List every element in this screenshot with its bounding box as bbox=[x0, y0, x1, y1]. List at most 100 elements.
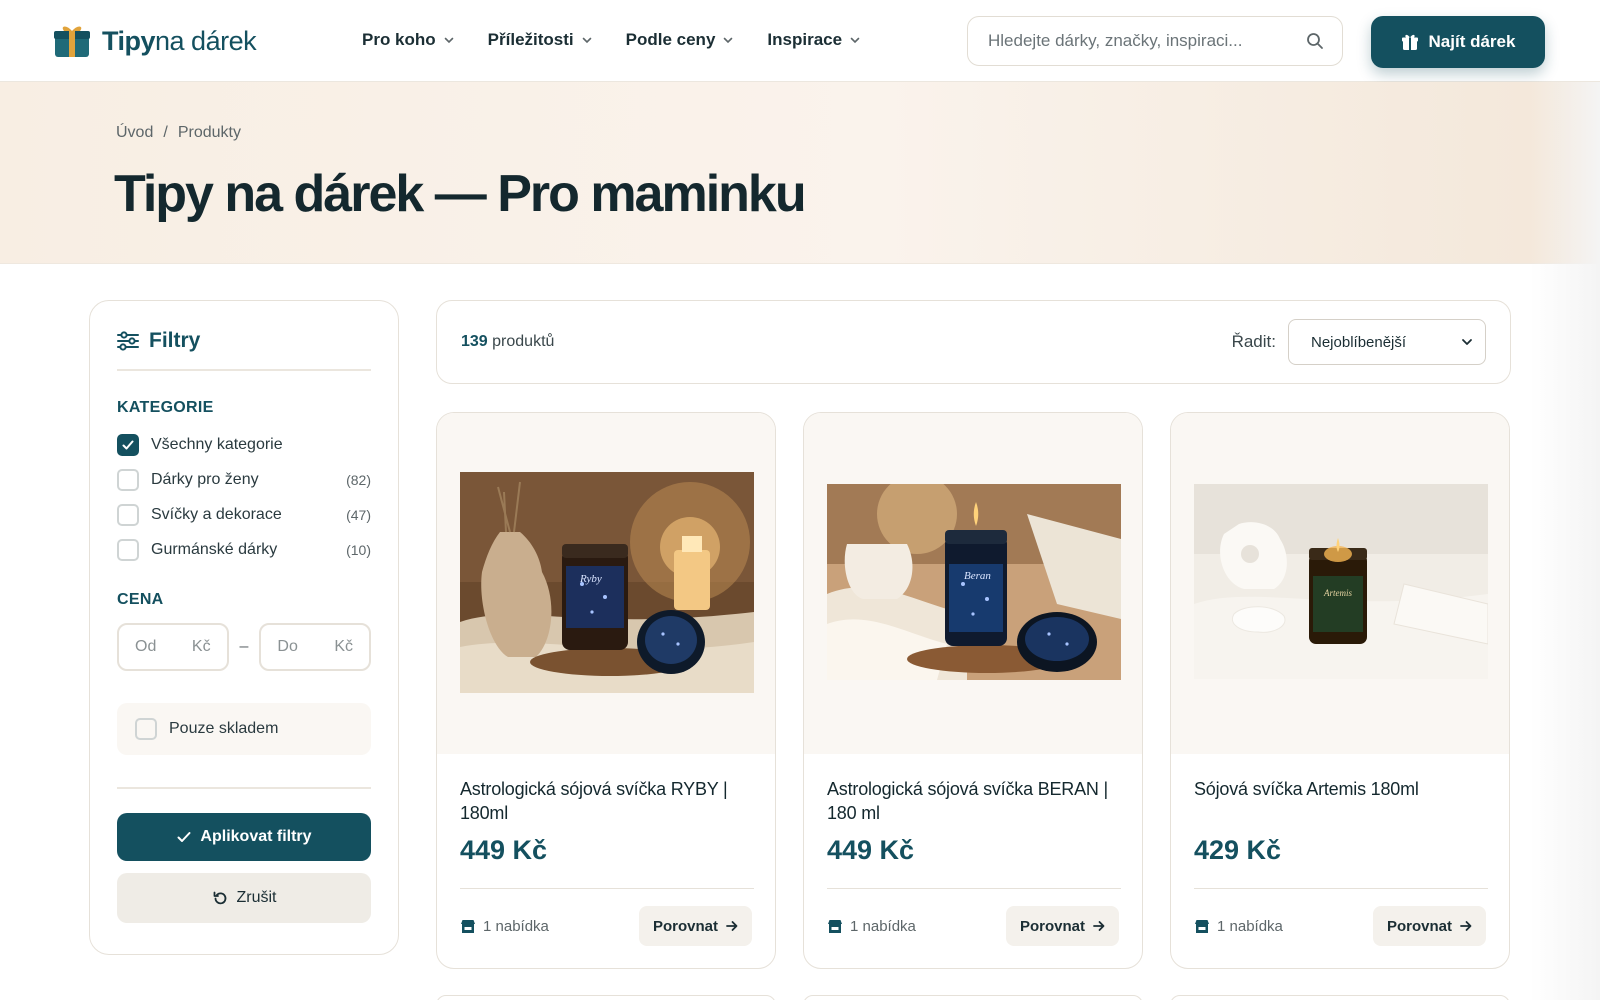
compare-label: Porovnat bbox=[652, 917, 718, 935]
nav-podle-ceny[interactable]: Podle ceny bbox=[626, 30, 734, 50]
product-image[interactable]: Ryby bbox=[460, 472, 754, 693]
product-title[interactable]: Astrologická sójová svíčka BERAN | 180 m… bbox=[827, 777, 1127, 825]
sort-select[interactable]: Nejoblíbenější bbox=[1288, 319, 1486, 365]
price-to-placeholder: Do bbox=[277, 638, 298, 655]
check-icon bbox=[122, 440, 134, 449]
product-card[interactable]: Beran Astrologická sójová svíčka BERAN |… bbox=[803, 412, 1143, 969]
checkbox-checked[interactable] bbox=[117, 433, 139, 456]
offer-count-label: 1 nabídka bbox=[483, 918, 549, 935]
checkbox[interactable] bbox=[135, 718, 157, 740]
filter-header: Filtry bbox=[117, 327, 371, 355]
breadcrumb-home[interactable]: Úvod bbox=[116, 124, 153, 142]
product-title[interactable]: Sójová svíčka Artemis 180ml bbox=[1194, 777, 1494, 801]
nav-label: Inspirace bbox=[767, 30, 843, 49]
category-count: (47) bbox=[346, 506, 371, 523]
store-icon bbox=[828, 920, 842, 933]
result-count-label: produktů bbox=[492, 333, 555, 350]
gift-icon bbox=[1401, 34, 1418, 50]
category-gurmanske-darky[interactable]: Gurmánské dárky (10) bbox=[117, 532, 371, 567]
offer-count-label: 1 nabídka bbox=[1217, 918, 1283, 935]
compare-button[interactable]: Porovnat bbox=[1372, 906, 1486, 946]
in-stock-toggle[interactable]: Pouze skladem bbox=[117, 703, 371, 755]
nav-prilezitosti[interactable]: Příležitosti bbox=[488, 30, 592, 50]
category-list: Všechny kategorie Dárky pro ženy (82) Sv… bbox=[117, 427, 371, 567]
divider bbox=[117, 787, 371, 789]
category-label: Gurmánské dárky bbox=[151, 540, 278, 558]
divider bbox=[1194, 888, 1488, 889]
product-media: Ryby bbox=[437, 413, 775, 754]
product-card-partial[interactable] bbox=[803, 995, 1143, 1000]
result-count-number: 139 bbox=[461, 333, 488, 350]
gift-logo-icon bbox=[54, 24, 90, 58]
arrow-right-icon bbox=[726, 921, 738, 931]
jar-label: Artemis bbox=[1323, 588, 1352, 598]
category-section-title: KATEGORIE bbox=[117, 399, 214, 416]
nav-label: Pro koho bbox=[362, 30, 436, 49]
compare-button[interactable]: Porovnat bbox=[1005, 906, 1119, 946]
divider bbox=[460, 888, 754, 889]
category-all[interactable]: Všechny kategorie bbox=[117, 427, 371, 462]
main-nav: Pro koho Příležitosti Podle ceny Inspira… bbox=[362, 30, 860, 50]
offer-count: 1 nabídka bbox=[827, 918, 916, 935]
product-media: Artemis bbox=[1171, 413, 1509, 754]
result-count: 139 produktů bbox=[461, 333, 1232, 351]
category-count: (10) bbox=[346, 541, 371, 558]
product-title[interactable]: Astrologická sójová svíčka RYBY | 180ml bbox=[460, 777, 760, 825]
filter-sliders-icon bbox=[117, 331, 139, 351]
logo-wordmark: Tipyna dárek bbox=[102, 25, 257, 57]
search-box bbox=[967, 16, 1343, 66]
product-price: 429 Kč bbox=[1194, 835, 1282, 865]
check-icon bbox=[177, 832, 191, 842]
logo-bold: Tipy bbox=[102, 25, 156, 56]
product-price: 449 Kč bbox=[460, 835, 548, 865]
category-darky-pro-zeny[interactable]: Dárky pro ženy (82) bbox=[117, 462, 371, 497]
jar-label: Ryby bbox=[579, 573, 602, 585]
store-icon bbox=[461, 920, 475, 933]
category-label: Všechny kategorie bbox=[151, 435, 283, 453]
store-icon bbox=[1195, 920, 1209, 933]
find-gift-button[interactable]: Najít dárek bbox=[1371, 16, 1545, 68]
checkbox[interactable] bbox=[117, 503, 139, 526]
product-card[interactable]: Ryby Astrologická sójová svíčka RYBY | 1… bbox=[436, 412, 776, 969]
search-input[interactable] bbox=[988, 31, 1306, 51]
site-logo[interactable]: Tipyna dárek bbox=[54, 24, 257, 58]
product-image[interactable]: Beran bbox=[827, 484, 1121, 680]
checkbox[interactable] bbox=[117, 468, 139, 491]
arrow-right-icon bbox=[1093, 921, 1105, 931]
category-svicky-a-dekorace[interactable]: Svíčky a dekorace (47) bbox=[117, 497, 371, 532]
product-card-partial[interactable] bbox=[1170, 995, 1510, 1000]
price-section-title: CENA bbox=[117, 591, 164, 608]
price-to-field[interactable]: Do Kč bbox=[259, 623, 371, 671]
product-price: 449 Kč bbox=[827, 835, 915, 865]
checkbox[interactable] bbox=[117, 538, 139, 561]
breadcrumb-current: Produkty bbox=[177, 124, 241, 141]
nav-label: Podle ceny bbox=[625, 30, 716, 49]
arrow-right-icon bbox=[1460, 921, 1472, 931]
chevron-down-icon bbox=[444, 37, 453, 44]
reset-filters-button[interactable]: Zrušit bbox=[117, 873, 371, 923]
category-count: (82) bbox=[346, 471, 371, 488]
currency-label: Kč bbox=[191, 638, 211, 655]
nav-pro-koho[interactable]: Pro koho bbox=[362, 30, 454, 50]
product-card-partial[interactable] bbox=[436, 995, 776, 1000]
price-from-field[interactable]: Od Kč bbox=[117, 623, 229, 671]
search-icon[interactable] bbox=[1306, 32, 1324, 50]
product-image[interactable]: Artemis bbox=[1194, 484, 1488, 679]
nav-label: Příležitosti bbox=[487, 30, 574, 49]
page-title: Tipy na dárek — Pro maminku bbox=[114, 165, 807, 223]
compare-label: Porovnat bbox=[1386, 917, 1452, 935]
apply-filters-label: Aplikovat filtry bbox=[200, 828, 312, 845]
apply-filters-button[interactable]: Aplikovat filtry bbox=[117, 813, 371, 861]
nav-inspirace[interactable]: Inspirace bbox=[767, 30, 860, 50]
results-toolbar: 139 produktů Řadit: Nejoblíbenější bbox=[436, 300, 1511, 384]
offer-count: 1 nabídka bbox=[1194, 918, 1283, 935]
divider bbox=[827, 888, 1121, 889]
chevron-down-icon bbox=[724, 37, 733, 44]
compare-button[interactable]: Porovnat bbox=[638, 906, 752, 946]
page-hero: Úvod / Produkty Tipy na dárek — Pro mami… bbox=[0, 82, 1600, 264]
jar-label: Beran bbox=[964, 570, 991, 582]
logo-light: na dárek bbox=[155, 25, 257, 56]
currency-label: Kč bbox=[334, 638, 353, 655]
product-card[interactable]: Artemis Sójová svíčka Artemis 180ml 429 … bbox=[1170, 412, 1510, 969]
breadcrumb: Úvod / Produkty bbox=[116, 124, 241, 142]
